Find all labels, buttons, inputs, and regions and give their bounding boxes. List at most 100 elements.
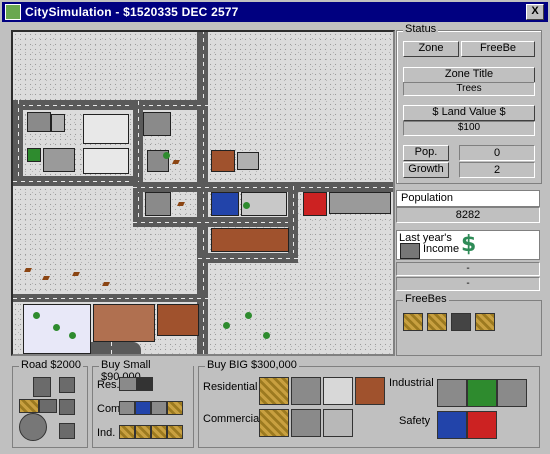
building [27,148,41,162]
road-panel: Road $2000 [12,359,88,448]
window-title: CitySimulation - $1520335 DEC 2577 [25,5,239,19]
big-com-tile[interactable] [323,409,353,437]
population-value: 8282 [396,207,540,223]
road-roundabout-tile[interactable] [19,413,47,441]
residential-label: Residential [203,381,258,393]
freebe-tree-tile[interactable] [427,313,447,331]
zone-title-value: Trees [403,82,535,96]
building [143,112,171,136]
ind-label: Ind. [97,427,116,439]
freebes-legend: FreeBes [403,293,449,305]
big-ind-tile[interactable] [467,379,497,407]
police-station-tile[interactable] [437,411,467,439]
safety-label: Safety [399,415,431,427]
status-panel: Status Zone FreeBe Zone Title Trees $ La… [396,23,542,184]
big-res-tile[interactable] [355,377,385,405]
road-legend: Road $2000 [19,359,83,371]
income-box: Last year's Income $ [396,230,540,260]
road-horizontal-1 [13,100,208,110]
building [51,114,65,132]
house [83,114,129,144]
tree [263,332,270,339]
road-horizontal-3 [133,182,393,192]
building [211,228,289,252]
small-ind-tile[interactable] [119,425,135,439]
buy-big-panel: Buy BIG $300,000 Residential Commercial … [198,359,540,448]
population-label-box: Population [396,190,540,207]
freebe-button[interactable]: FreeBe [461,41,535,57]
tree [163,152,170,159]
road-horizontal-6 [13,294,208,302]
tree [245,312,252,319]
road-horizontal-4 [133,217,293,227]
building [43,148,75,172]
growth-value: 2 [459,162,535,178]
building [211,150,235,172]
small-com-tile[interactable] [135,401,151,415]
tree [33,312,40,319]
growth-label: Growth [403,162,449,178]
building [237,152,259,170]
house [83,148,129,174]
land-value-label: $ Land Value $ [403,105,535,121]
small-ind-tile[interactable] [167,425,183,439]
small-com-tile[interactable] [167,401,183,415]
building [27,112,51,132]
big-res-tile[interactable] [323,377,353,405]
close-button[interactable]: X [526,4,544,20]
road-horizontal-5 [198,253,298,263]
bank-icon [400,243,420,259]
small-com-tile[interactable] [119,401,135,415]
small-res-tile[interactable] [119,377,137,391]
big-com-tile[interactable] [259,409,289,437]
land-value-value: $100 [403,121,535,136]
tree [223,322,230,329]
app-icon [5,4,21,20]
tree [53,324,60,331]
small-com-tile[interactable] [151,401,167,415]
fire-station-tile[interactable] [467,411,497,439]
dollar-icon: $ [461,232,477,257]
big-ind-tile[interactable] [437,379,467,407]
small-ind-tile[interactable] [135,425,151,439]
buy-big-legend: Buy BIG $300,000 [205,359,299,371]
freebe-bin-tile[interactable] [451,313,471,331]
road-cross-tile[interactable] [59,399,75,415]
road-vertical-tile[interactable] [33,377,51,397]
road-vertical-left [13,100,23,184]
small-res-tile[interactable] [137,377,153,391]
freebe-tree-tile[interactable] [403,313,423,331]
city-map[interactable] [11,30,395,356]
road-end-tile[interactable] [59,423,75,439]
building [303,192,327,216]
road-horizontal-tile[interactable] [19,399,39,413]
big-res-tile[interactable] [259,377,289,405]
road-vertical-mid [133,100,143,225]
res-label: Res. [97,379,120,391]
pop-label: Pop. [403,145,449,161]
population-label: Population [401,192,453,204]
tree [243,202,250,209]
title-bar: CitySimulation - $1520335 DEC 2577 X [2,2,548,22]
income-value-2: - [396,277,540,291]
big-res-tile[interactable] [291,377,321,405]
pop-value: 0 [459,145,535,161]
road-junction-tile[interactable] [59,377,75,393]
industrial-label: Industrial [389,377,434,389]
freebes-panel: FreeBes [396,293,542,356]
freebe-grass-tile[interactable] [475,313,495,331]
big-ind-tile[interactable] [497,379,527,407]
zone-title-label: Zone Title [403,67,535,83]
buy-small-panel: Buy Small $90,000 Res. Com. Ind. [92,359,194,448]
big-com-tile[interactable] [291,409,321,437]
small-ind-tile[interactable] [151,425,167,439]
building [145,192,171,216]
status-legend: Status [403,23,439,35]
building [329,192,391,214]
road-corner-tile[interactable] [39,399,57,413]
building [211,192,239,216]
income-value-1: - [396,262,540,276]
tree [69,332,76,339]
city-simulation-window: CitySimulation - $1520335 DEC 2577 X Sta… [0,0,550,454]
zone-button[interactable]: Zone [403,41,459,57]
